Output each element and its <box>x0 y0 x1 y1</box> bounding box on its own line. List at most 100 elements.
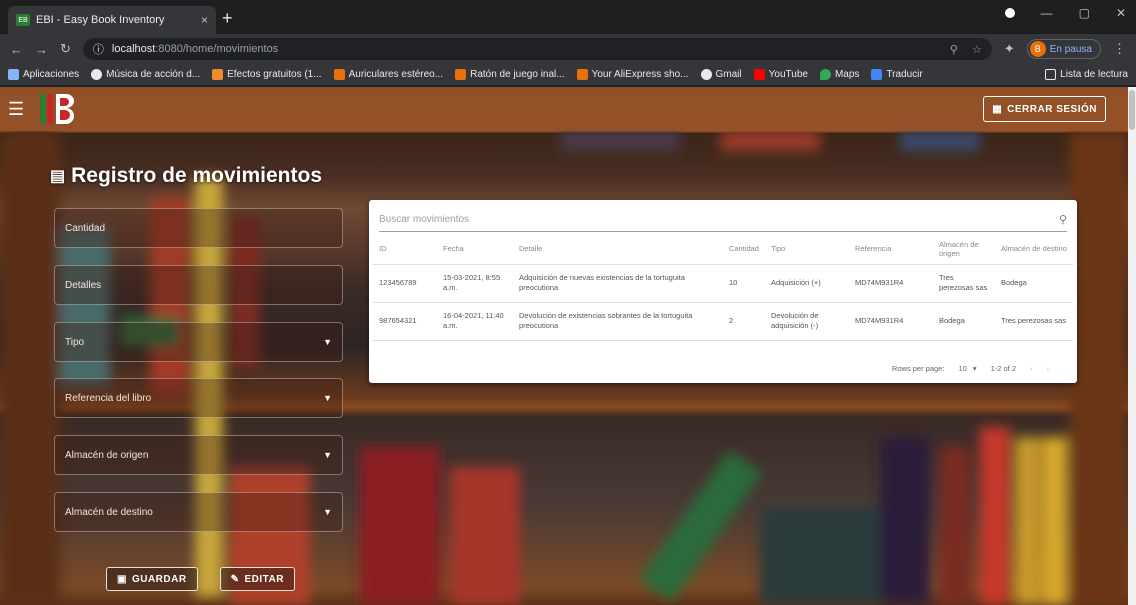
search-icon[interactable]: ⚲ <box>1059 213 1067 226</box>
tab-close-icon[interactable]: × <box>201 13 208 27</box>
minimize-icon[interactable]: — <box>1041 6 1053 20</box>
table-row[interactable]: 123456789 15-03-2021, 8:55 a.m. Adquisic… <box>373 264 1073 303</box>
maximize-icon[interactable]: ▢ <box>1079 6 1090 20</box>
edit-button[interactable]: ✎ EDITAR <box>219 567 295 591</box>
column-header[interactable]: Cantidad <box>722 234 765 265</box>
save-button[interactable]: ▣ GUARDAR <box>106 567 198 591</box>
destination-warehouse-select[interactable]: Almacén de destino ▼ <box>54 492 343 532</box>
browser-tab[interactable]: EB EBI - Easy Book Inventory × <box>8 6 216 34</box>
menu-icon[interactable]: ☰ <box>8 99 30 120</box>
table-cell: Bodega <box>994 264 1073 303</box>
ebi-logo <box>40 94 74 124</box>
tab-title: EBI - Easy Book Inventory <box>36 14 165 26</box>
bookmark-item[interactable]: Maps <box>819 69 859 80</box>
dropdown-arrow-icon: ▼ <box>323 393 332 403</box>
column-header[interactable]: ID <box>373 234 437 265</box>
bookmark-item[interactable]: YouTube <box>753 69 808 80</box>
type-select[interactable]: Tipo ▼ <box>54 322 343 362</box>
bookmark-item[interactable]: Auriculares estéreo... <box>333 69 443 80</box>
info-icon[interactable]: ⓘ <box>93 41 104 57</box>
bookmark-favicon-icon <box>455 69 467 80</box>
table-cell: Devolución de adquisición (-) <box>764 302 849 341</box>
reading-list-icon <box>1045 69 1057 80</box>
table-cell: 16-04-2021, 11:40 a.m. <box>436 302 513 341</box>
bookmark-favicon-icon <box>576 69 588 80</box>
table-cell: Adquisición de nuevas existencias de la … <box>512 264 723 303</box>
column-header[interactable]: Detalle <box>512 234 723 265</box>
table-cell: Adquisición (+) <box>764 264 849 303</box>
column-header[interactable]: Tipo <box>764 234 849 265</box>
bookmark-item[interactable]: Gmail <box>700 69 742 80</box>
globe-icon <box>91 69 103 80</box>
column-header[interactable]: Almacén de origen <box>932 234 995 265</box>
table-pagination: Rows per page: 10 ▾ 1-2 of 2 ‹› <box>892 364 1063 373</box>
page-title: ▤ Registro de movimientos <box>50 164 323 187</box>
scrollbar-thumb[interactable] <box>1129 90 1135 130</box>
bookmarks-bar: Aplicaciones Música de acción d... Efect… <box>0 64 1136 86</box>
bookmark-item[interactable]: Efectos gratuitos (1... <box>212 69 322 80</box>
dropdown-arrow-icon: ▼ <box>323 337 332 347</box>
table-cell: 15-03-2021, 8:55 a.m. <box>436 264 513 303</box>
bookmark-item[interactable]: Traducir <box>871 69 923 80</box>
table-cell: 2 <box>722 302 765 341</box>
form-actions: ▣ GUARDAR ✎ EDITAR <box>106 567 295 591</box>
extensions-icon[interactable]: ✦ <box>1004 41 1015 57</box>
search-input[interactable]: Buscar movimientos <box>379 214 469 225</box>
browser-tab-bar: EB EBI - Easy Book Inventory × + — ▢ ✕ <box>0 0 1136 34</box>
zoom-icon[interactable]: ⚲ <box>950 43 958 56</box>
table-cell: 987654321 <box>373 302 437 341</box>
bookmark-item[interactable]: Música de acción d... <box>91 69 200 80</box>
quantity-field[interactable]: Cantidad <box>54 208 343 248</box>
back-icon[interactable]: ← <box>10 42 23 57</box>
page-scrollbar[interactable] <box>1128 87 1136 605</box>
dropdown-arrow-icon: ▾ <box>972 364 977 373</box>
bookmark-favicon-icon <box>212 69 224 80</box>
close-window-icon[interactable]: ✕ <box>1116 6 1126 20</box>
next-page-icon[interactable]: › <box>1047 364 1064 373</box>
url-host: localhost <box>111 43 156 55</box>
profile-button[interactable]: B En pausa <box>1026 39 1101 59</box>
table-cell: Tres perezosas sas <box>932 264 995 303</box>
bookmark-star-icon[interactable]: ☆ <box>972 43 982 56</box>
url-path: :8080/home/movimientos <box>155 43 279 55</box>
address-bar[interactable]: ⓘ localhost:8080/home/movimientos ⚲ ☆ <box>82 38 992 60</box>
table-cell: MD74M931R4 <box>848 264 933 303</box>
translate-icon <box>871 69 883 80</box>
reading-list-button[interactable]: Lista de lectura <box>1045 69 1128 80</box>
youtube-icon <box>753 69 765 80</box>
bookmark-favicon-icon <box>333 69 345 80</box>
record-icon[interactable] <box>1004 8 1015 18</box>
apps-icon <box>8 69 19 80</box>
bookmark-item[interactable]: Ratón de juego inal... <box>455 69 565 80</box>
movements-table-card: Buscar movimientos ⚲ ID Fecha Detalle Ca… <box>369 200 1077 383</box>
search-bar[interactable]: Buscar movimientos ⚲ <box>379 208 1067 232</box>
rows-per-page-select[interactable]: 10 ▾ <box>958 364 976 373</box>
new-tab-button[interactable]: + <box>222 8 233 28</box>
previous-page-icon[interactable]: ‹ <box>1030 364 1047 373</box>
details-field[interactable]: Detalles <box>54 265 343 305</box>
origin-warehouse-select[interactable]: Almacén de origen ▼ <box>54 435 343 475</box>
table-cell: Bodega <box>932 302 995 341</box>
save-icon: ▣ <box>117 573 127 585</box>
logout-button[interactable]: ▦ CERRAR SESIÓN <box>983 96 1106 122</box>
avatar: B <box>1029 41 1046 57</box>
profile-status: En pausa <box>1049 43 1092 55</box>
column-header[interactable]: Referencia <box>848 234 933 265</box>
list-icon: ▤ <box>50 168 66 185</box>
bookmark-item[interactable]: Aplicaciones <box>8 69 79 80</box>
logout-icon: ▦ <box>992 103 1003 115</box>
column-header[interactable]: Fecha <box>436 234 513 265</box>
window-controls: — ▢ ✕ <box>1004 6 1126 20</box>
reload-icon[interactable]: ↻ <box>60 41 71 57</box>
rows-per-page-label: Rows per page: <box>891 364 945 373</box>
table-row[interactable]: 987654321 16-04-2021, 11:40 a.m. Devoluc… <box>373 302 1073 341</box>
dropdown-arrow-icon: ▼ <box>323 450 332 460</box>
movements-table: ID Fecha Detalle Cantidad Tipo Referenci… <box>373 234 1073 341</box>
column-header[interactable]: Almacén de destino <box>994 234 1073 265</box>
dropdown-arrow-icon: ▼ <box>323 507 332 517</box>
bookmark-item[interactable]: Your AliExpress sho... <box>576 69 689 80</box>
forward-icon[interactable]: → <box>35 42 48 57</box>
table-cell: 123456789 <box>373 264 437 303</box>
book-reference-select[interactable]: Referencia del libro ▼ <box>54 378 343 418</box>
more-menu-icon[interactable]: ⋮ <box>1113 41 1126 57</box>
